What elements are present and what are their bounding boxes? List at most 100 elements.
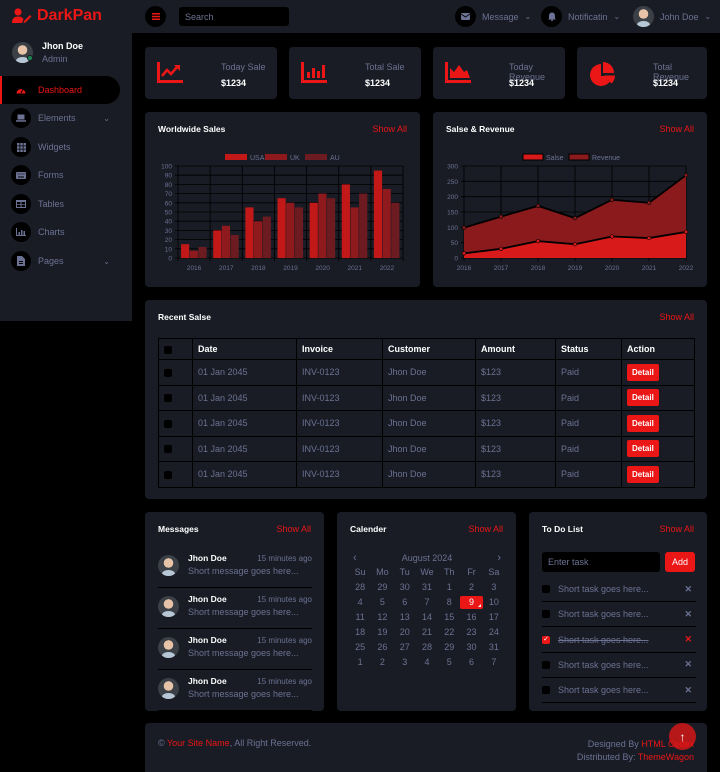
message-item[interactable]: Jhon Doe 15 minutes ago Short message go… bbox=[158, 547, 312, 588]
calendar-day[interactable]: 8 bbox=[438, 596, 460, 609]
calendar-day[interactable]: 29 bbox=[438, 641, 460, 654]
calendar-day[interactable]: 7 bbox=[483, 656, 505, 669]
calendar-day[interactable]: 11 bbox=[349, 611, 371, 624]
detail-button[interactable]: Detail bbox=[627, 465, 659, 483]
message-avatar bbox=[158, 555, 179, 576]
detail-button[interactable]: Detail bbox=[627, 363, 659, 381]
detail-button[interactable]: Detail bbox=[627, 414, 659, 432]
show-all-link[interactable]: Show All bbox=[659, 524, 694, 534]
delete-task-icon[interactable]: ✕ bbox=[684, 609, 692, 620]
distributed-by-link[interactable]: ThemeWagon bbox=[638, 752, 694, 762]
message-item[interactable]: Jhon Doe 15 minutes ago Short message go… bbox=[158, 670, 312, 711]
sidebar-item-charts[interactable]: Charts bbox=[0, 218, 120, 246]
bar-uk-2016 bbox=[189, 250, 198, 258]
calendar-day[interactable]: 30 bbox=[460, 641, 482, 654]
sidebar-item-elements[interactable]: Elements ⌄ bbox=[0, 104, 120, 132]
row-checkbox[interactable] bbox=[164, 445, 172, 454]
message-item[interactable]: Jhon Doe 15 minutes ago Short message go… bbox=[158, 629, 312, 670]
task-checkbox[interactable] bbox=[542, 585, 550, 593]
calendar-day[interactable]: 5 bbox=[438, 656, 460, 669]
calendar-day[interactable]: 17 bbox=[483, 611, 505, 624]
delete-task-icon[interactable]: ✕ bbox=[684, 685, 692, 696]
calendar-day[interactable]: 10 bbox=[483, 596, 505, 609]
point-revenue-2022 bbox=[683, 173, 689, 178]
calendar-day[interactable]: 22 bbox=[438, 626, 460, 639]
chevron-left-icon[interactable]: ‹ bbox=[353, 552, 357, 564]
calendar-day[interactable]: 13 bbox=[394, 611, 416, 624]
task-checkbox[interactable]: ✓ bbox=[542, 635, 550, 644]
sidebar-item-forms[interactable]: Forms bbox=[0, 161, 120, 189]
row-checkbox[interactable] bbox=[164, 394, 172, 403]
show-all-link[interactable]: Show All bbox=[468, 524, 503, 534]
detail-button[interactable]: Detail bbox=[627, 440, 659, 458]
calendar-day[interactable]: 5 bbox=[371, 596, 393, 609]
calendar-day[interactable]: 27 bbox=[394, 641, 416, 654]
cell-amount: $123 bbox=[475, 435, 556, 462]
brand-logo[interactable]: DarkPan bbox=[12, 5, 102, 27]
select-all-checkbox[interactable] bbox=[164, 345, 172, 354]
row-checkbox[interactable] bbox=[164, 368, 172, 377]
calendar-day[interactable]: 19 bbox=[371, 626, 393, 639]
show-all-link[interactable]: Show All bbox=[659, 312, 694, 322]
chart-bar-icon bbox=[16, 228, 26, 236]
delete-task-icon[interactable]: ✕ bbox=[684, 659, 692, 670]
sidebar-item-dashboard[interactable]: Dashboard bbox=[0, 76, 120, 104]
point-salse-2020 bbox=[609, 234, 615, 239]
calendar-day[interactable]: 29 bbox=[371, 581, 393, 594]
task-input[interactable] bbox=[542, 552, 660, 572]
calendar-day[interactable]: 31 bbox=[483, 641, 505, 654]
calendar-day[interactable]: 2 bbox=[371, 656, 393, 669]
notification-dropdown[interactable]: Notificatin ⌄ bbox=[541, 6, 620, 27]
calendar-day[interactable]: 26 bbox=[371, 641, 393, 654]
sidebar-item-widgets[interactable]: Widgets bbox=[0, 133, 120, 161]
stat-value: $1234 bbox=[365, 78, 391, 88]
calendar-day[interactable]: 23 bbox=[460, 626, 482, 639]
calendar-day-selected[interactable]: 9 bbox=[460, 596, 483, 609]
calendar-day[interactable]: 4 bbox=[416, 656, 438, 669]
calendar-day[interactable]: 25 bbox=[349, 641, 371, 654]
task-checkbox[interactable] bbox=[542, 686, 550, 695]
calendar-day[interactable]: 20 bbox=[394, 626, 416, 639]
calendar-day[interactable]: 6 bbox=[394, 596, 416, 609]
row-checkbox[interactable] bbox=[164, 419, 172, 428]
calendar-day[interactable]: 12 bbox=[371, 611, 393, 624]
show-all-link[interactable]: Show All bbox=[276, 524, 311, 534]
calendar-day[interactable]: 7 bbox=[416, 596, 438, 609]
calendar-day[interactable]: 6 bbox=[460, 656, 482, 669]
calendar-day[interactable]: 21 bbox=[416, 626, 438, 639]
sidebar-item-tables[interactable]: Tables bbox=[0, 190, 120, 218]
calendar-day[interactable]: 1 bbox=[438, 581, 460, 594]
calendar-day[interactable]: 15 bbox=[438, 611, 460, 624]
search-input[interactable] bbox=[179, 7, 289, 26]
chevron-right-icon[interactable]: › bbox=[497, 552, 501, 564]
calendar-day[interactable]: 30 bbox=[394, 581, 416, 594]
calendar-day[interactable]: 28 bbox=[416, 641, 438, 654]
delete-task-icon[interactable]: ✕ bbox=[684, 634, 692, 645]
back-to-top-button[interactable]: ↑ bbox=[669, 723, 696, 750]
sidebar-toggle-button[interactable] bbox=[145, 6, 166, 27]
calendar-day[interactable]: 3 bbox=[394, 656, 416, 669]
x-tick-label: 2019 bbox=[568, 265, 583, 272]
site-name-link[interactable]: Your Site Name bbox=[167, 738, 230, 748]
calendar-day[interactable]: 16 bbox=[460, 611, 482, 624]
message-dropdown[interactable]: Message ⌄ bbox=[455, 6, 531, 27]
calendar-day[interactable]: 2 bbox=[460, 581, 482, 594]
calendar-day[interactable]: 31 bbox=[416, 581, 438, 594]
add-task-button[interactable]: Add bbox=[665, 552, 695, 572]
calendar-day[interactable]: 24 bbox=[483, 626, 505, 639]
calendar-day[interactable]: 28 bbox=[349, 581, 371, 594]
task-checkbox[interactable] bbox=[542, 610, 550, 619]
calendar-day[interactable]: 18 bbox=[349, 626, 371, 639]
calendar-day[interactable]: 1 bbox=[349, 656, 371, 669]
detail-button[interactable]: Detail bbox=[627, 389, 659, 407]
sidebar-item-pages[interactable]: Pages ⌄ bbox=[0, 247, 120, 275]
message-item[interactable]: Jhon Doe 15 minutes ago Short message go… bbox=[158, 588, 312, 629]
calendar-day[interactable]: 3 bbox=[483, 581, 505, 594]
row-checkbox[interactable] bbox=[164, 470, 172, 479]
chevron-down-icon: ⌄ bbox=[103, 113, 110, 123]
calendar-day[interactable]: 14 bbox=[416, 611, 438, 624]
delete-task-icon[interactable]: ✕ bbox=[684, 584, 692, 595]
user-dropdown[interactable]: John Doe ⌄ bbox=[633, 6, 711, 27]
task-checkbox[interactable] bbox=[542, 660, 550, 669]
calendar-day[interactable]: 4 bbox=[349, 596, 371, 609]
